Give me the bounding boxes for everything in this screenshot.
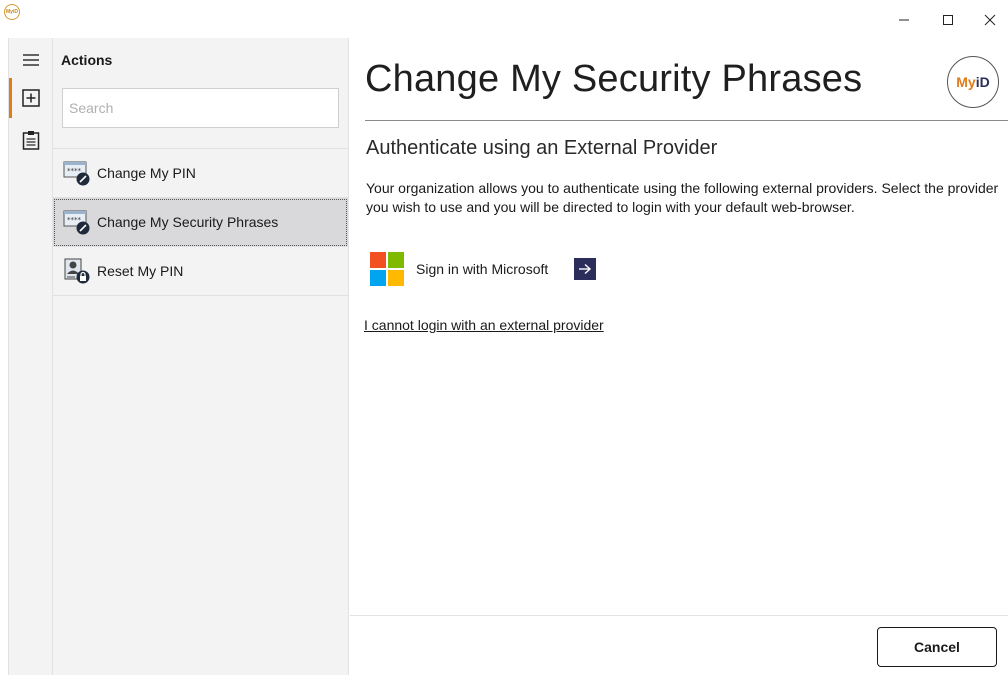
section-subtitle: Authenticate using an External Provider — [366, 137, 718, 159]
add-box-icon — [22, 89, 40, 107]
user-lock-icon — [64, 258, 90, 284]
page-title: Change My Security Phrases — [365, 58, 863, 100]
rail-item-actions[interactable] — [9, 80, 53, 116]
action-label: Reset My PIN — [97, 263, 184, 279]
minimize-icon — [899, 19, 909, 21]
action-item-change-my-pin[interactable]: **** Change My PIN — [53, 149, 348, 198]
actions-heading: Actions — [61, 52, 113, 68]
action-item-change-my-security-phrases[interactable]: **** Change My Security Phrases — [53, 198, 348, 247]
hamburger-menu-icon — [23, 54, 39, 66]
pin-edit-icon: **** — [63, 210, 90, 235]
action-item-reset-my-pin[interactable]: Reset My PIN — [53, 247, 348, 296]
maximize-button[interactable] — [928, 6, 968, 34]
cancel-button[interactable]: Cancel — [877, 627, 997, 667]
microsoft-logo-icon — [370, 252, 404, 286]
menu-toggle-button[interactable] — [9, 42, 53, 78]
minimize-button[interactable] — [884, 6, 924, 34]
provider-label: Sign in with Microsoft — [416, 261, 549, 277]
navigation-rail — [8, 38, 53, 675]
action-label: Change My Security Phrases — [97, 214, 279, 230]
title-bar: MyiD — [0, 0, 1008, 38]
close-button[interactable] — [970, 6, 1008, 34]
clipboard-icon — [22, 131, 40, 150]
arrow-right-icon — [579, 263, 592, 275]
cannot-login-link[interactable]: I cannot login with an external provider — [364, 317, 604, 333]
myid-logo: My iD — [947, 56, 999, 108]
title-divider — [365, 120, 1008, 121]
action-list: **** Change My PIN **** Change My Securi… — [53, 148, 348, 296]
main-content: Change My Security Phrases My iD Authenti… — [350, 38, 1008, 675]
search-input[interactable] — [62, 88, 339, 128]
logo-id-text: iD — [975, 74, 990, 90]
provider-go-button[interactable] — [574, 258, 597, 280]
rail-item-reports[interactable] — [9, 122, 53, 158]
pin-edit-icon: **** — [63, 161, 90, 186]
action-label: Change My PIN — [97, 165, 196, 181]
app-logo-icon: MyiD — [4, 4, 20, 20]
close-icon — [984, 14, 996, 26]
actions-panel: Actions **** Change My PIN **** Change M… — [52, 38, 349, 675]
sign-in-microsoft-button[interactable]: Sign in with Microsoft — [370, 251, 597, 287]
provider-description: Your organization allows you to authenti… — [366, 180, 999, 215]
maximize-icon — [943, 15, 953, 25]
logo-my-text: My — [956, 74, 976, 90]
footer-divider — [350, 615, 1008, 616]
